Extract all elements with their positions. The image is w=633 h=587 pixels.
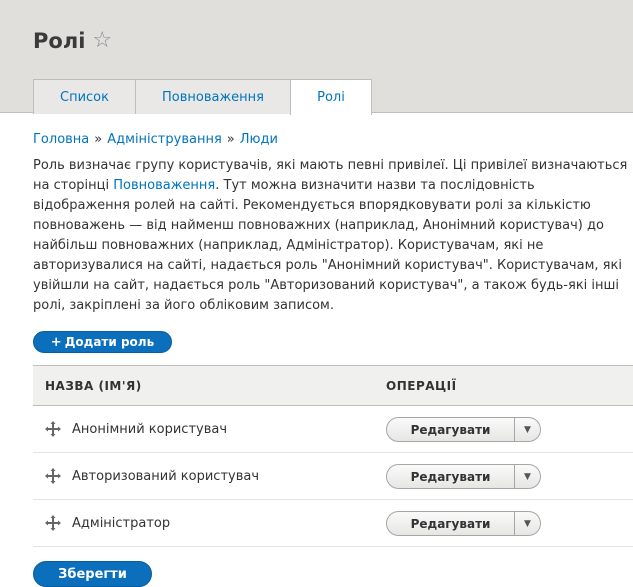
edit-button[interactable]: Редагувати xyxy=(387,512,514,535)
edit-button[interactable]: Редагувати xyxy=(387,465,514,488)
save-button[interactable]: Зберегти xyxy=(33,561,152,587)
roles-description: Роль визначає групу користувачів, які ма… xyxy=(33,156,633,316)
table-row: Анонімний користувач Редагувати ▼ xyxy=(33,406,633,453)
tab-list[interactable]: Список xyxy=(33,79,136,114)
plus-icon: + xyxy=(50,334,62,350)
drag-handle-icon[interactable] xyxy=(45,468,61,484)
roles-table: НАЗВА (ІМ'Я) ОПЕРАЦІЇ Анонімний користув… xyxy=(33,365,633,547)
add-role-button[interactable]: + Додати роль xyxy=(33,331,172,353)
page-title: Ролі ☆ xyxy=(33,29,112,53)
tab-roles[interactable]: Ролі xyxy=(290,79,372,115)
description-text-cont: . Тут можна визначити назви та послідовн… xyxy=(33,178,622,313)
drag-handle-icon[interactable] xyxy=(45,421,61,437)
drag-handle-icon[interactable] xyxy=(45,515,61,531)
chevron-down-icon[interactable]: ▼ xyxy=(514,465,540,488)
table-row: Авторизований користувач Редагувати ▼ xyxy=(33,453,633,500)
add-role-label: Додати роль xyxy=(64,335,155,349)
breadcrumb-admin[interactable]: Адміністрування xyxy=(107,132,222,147)
breadcrumb: Головна » Адміністрування » Люди xyxy=(33,132,278,147)
role-name: Адміністратор xyxy=(72,515,171,531)
page-header: Ролі ☆ Список Повноваження Ролі xyxy=(0,0,633,115)
role-name: Анонімний користувач xyxy=(72,421,228,437)
chevron-down-icon[interactable]: ▼ xyxy=(514,418,540,441)
tab-bar: Список Повноваження Ролі xyxy=(33,79,372,115)
breadcrumb-separator: » xyxy=(94,132,103,147)
breadcrumb-separator: » xyxy=(226,132,235,147)
role-name: Авторизований користувач xyxy=(72,468,260,484)
operations-dropbutton: Редагувати ▼ xyxy=(386,464,541,489)
table-row: Адміністратор Редагувати ▼ xyxy=(33,500,633,547)
table-header: НАЗВА (ІМ'Я) ОПЕРАЦІЇ xyxy=(33,365,633,406)
tab-permissions[interactable]: Повноваження xyxy=(135,79,291,114)
breadcrumb-home[interactable]: Головна xyxy=(33,132,89,147)
star-icon[interactable]: ☆ xyxy=(92,30,112,52)
edit-button[interactable]: Редагувати xyxy=(387,418,514,441)
operations-dropbutton: Редагувати ▼ xyxy=(386,417,541,442)
column-header-operations: ОПЕРАЦІЇ xyxy=(386,378,457,393)
permissions-link[interactable]: Повноваження xyxy=(113,178,215,193)
column-header-name: НАЗВА (ІМ'Я) xyxy=(45,378,142,393)
operations-dropbutton: Редагувати ▼ xyxy=(386,511,541,536)
chevron-down-icon[interactable]: ▼ xyxy=(514,512,540,535)
page-title-text: Ролі xyxy=(33,29,86,53)
breadcrumb-people[interactable]: Люди xyxy=(240,132,278,147)
